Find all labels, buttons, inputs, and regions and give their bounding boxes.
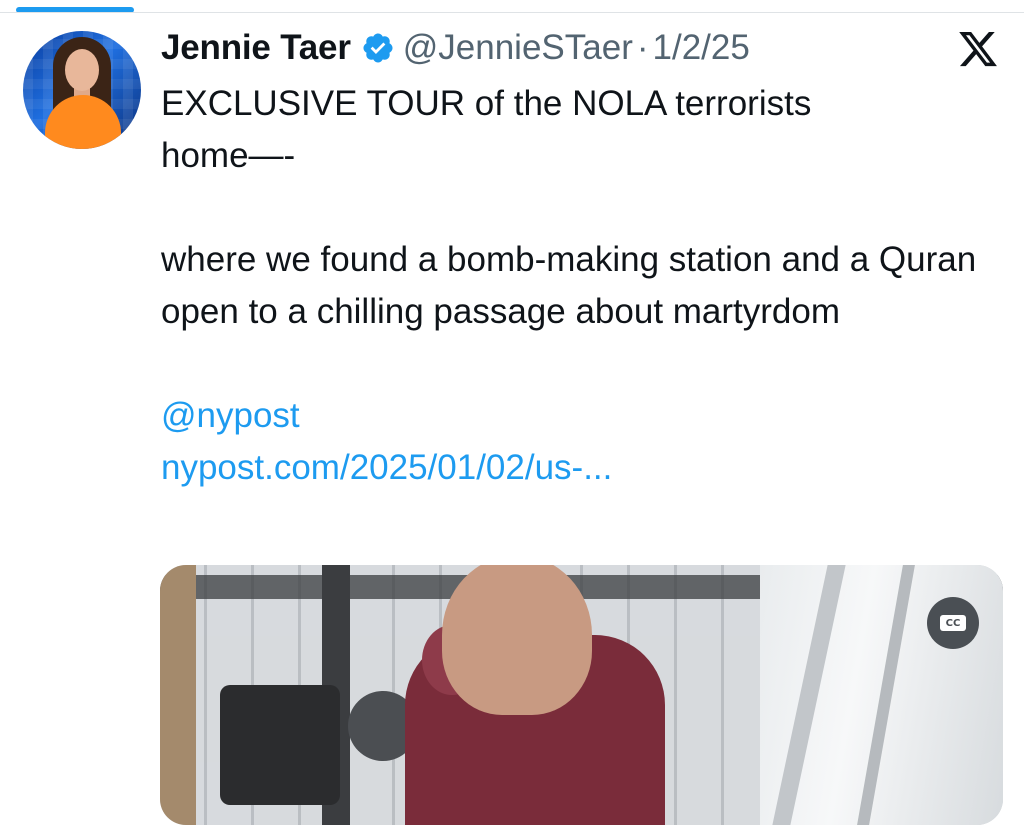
x-logo-icon bbox=[959, 31, 997, 67]
avatar[interactable] bbox=[23, 31, 141, 149]
tweet-text-paragraph: where we found a bomb-making station and… bbox=[161, 240, 977, 331]
video-thumbnail[interactable]: CC bbox=[160, 565, 1003, 825]
author-name[interactable]: Jennie Taer bbox=[161, 28, 351, 68]
divider bbox=[0, 12, 1024, 13]
tweet-header: Jennie Taer @JennieSTaer · 1/2/25 bbox=[161, 26, 750, 70]
mention-link[interactable]: @nypost bbox=[161, 396, 300, 435]
video-scene-reporter bbox=[442, 565, 592, 715]
closed-captions-icon: CC bbox=[940, 615, 966, 631]
tweet-date[interactable]: 1/2/25 bbox=[653, 28, 750, 68]
video-scene-post bbox=[160, 565, 196, 825]
video-scene-camera bbox=[220, 685, 340, 805]
closed-captions-button[interactable]: CC bbox=[927, 597, 979, 649]
tweet-text-line: home—- bbox=[161, 136, 296, 175]
avatar-face bbox=[65, 49, 99, 91]
article-link[interactable]: nypost.com/2025/01/02/us-... bbox=[161, 448, 612, 487]
author-handle[interactable]: @JennieSTaer bbox=[403, 28, 633, 68]
tweet-text-line: EXCLUSIVE TOUR of the NOLA terrorists bbox=[161, 84, 812, 123]
verified-badge-icon bbox=[363, 33, 393, 63]
separator: · bbox=[636, 28, 649, 67]
tweet-body: EXCLUSIVE TOUR of the NOLA terrorists ho… bbox=[161, 78, 1011, 494]
